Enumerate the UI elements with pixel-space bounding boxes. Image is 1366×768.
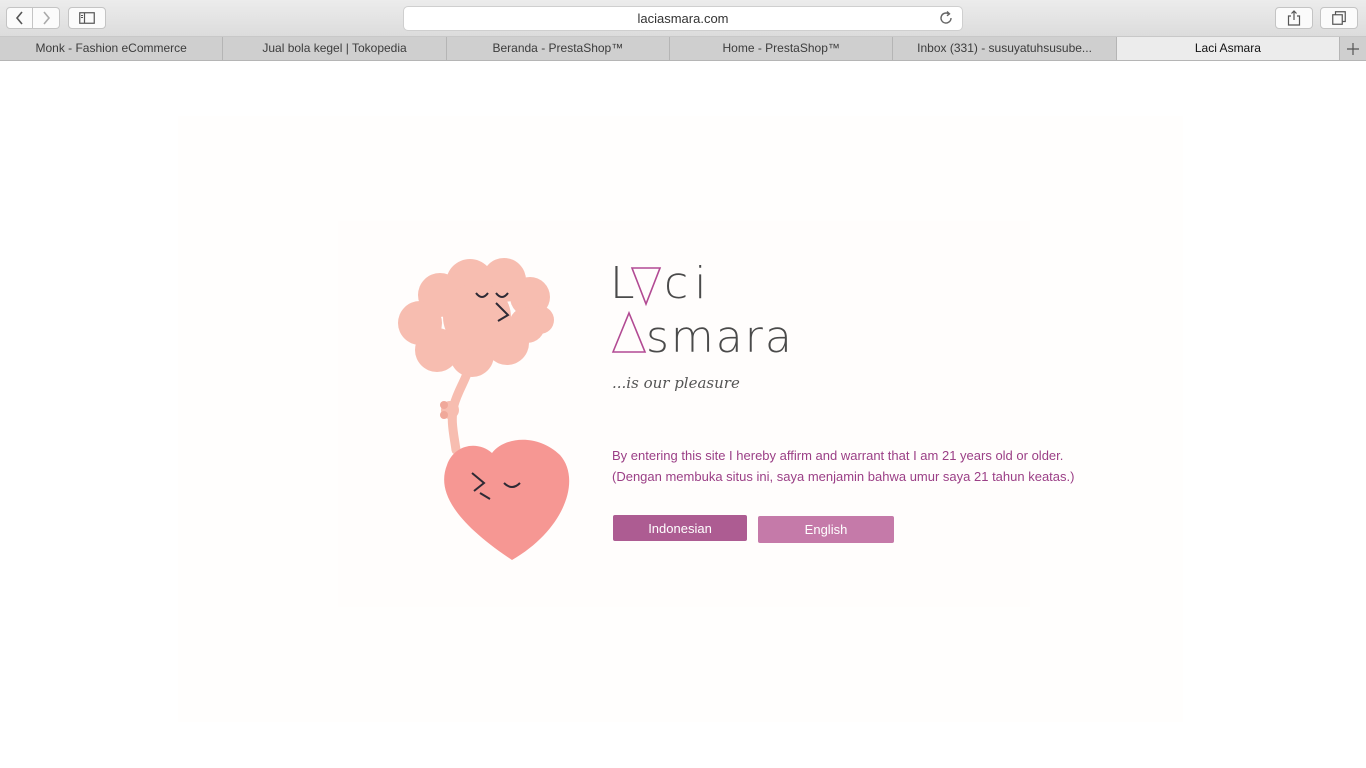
tab-monk[interactable]: Monk - Fashion eCommerce [0,37,224,60]
sidebar-icon [79,12,95,24]
tagline: ...is our pleasure [612,374,740,392]
affirmation-english: By entering this site I hereby affirm an… [612,448,1064,463]
share-button[interactable] [1275,7,1313,29]
share-icon [1287,10,1301,26]
tab-tokopedia[interactable]: Jual bola kegel | Tokopedia [223,37,447,60]
new-tab-icon [1347,42,1360,55]
logo-triangle-up-icon [611,310,647,353]
logo-text-ci: ci [664,258,712,309]
logo-text-smara: smara [646,312,794,358]
affirmation-indonesian: (Dengan membuka situs ini, saya menjamin… [612,469,1075,484]
nav-buttons [6,7,60,29]
tabs-overview-icon [1332,11,1346,25]
tabs-overview-button[interactable] [1320,7,1358,29]
back-icon [15,11,23,25]
logo-triangle-down-icon [630,267,662,307]
tab-home-prestashop[interactable]: Home - PrestaShop™ [670,37,894,60]
indonesian-button[interactable]: Indonesian [613,515,747,541]
laci-asmara-logo: L ci smara [610,258,794,358]
english-button[interactable]: English [758,516,894,543]
tab-inbox[interactable]: Inbox (331) - susuyatuhsusube... [893,37,1117,60]
logo-text-l: L [610,258,635,309]
sidebar-button[interactable] [68,7,106,29]
browser-toolbar: laciasmara.com [0,0,1366,37]
brain-heart-mascot-illustration [398,258,570,560]
back-button[interactable] [6,7,33,29]
url-text: laciasmara.com [637,11,729,26]
tab-laci-asmara[interactable]: Laci Asmara [1116,37,1341,60]
tab-beranda-prestashop[interactable]: Beranda - PrestaShop™ [447,37,671,60]
reload-icon[interactable] [938,10,954,26]
age-affirmation-text: By entering this site I hereby affirm an… [612,445,1074,487]
forward-icon [43,11,51,25]
new-tab-button[interactable] [1340,37,1366,60]
address-bar[interactable]: laciasmara.com [403,6,963,31]
tab-bar: Monk - Fashion eCommerce Jual bola kegel… [0,37,1366,61]
forward-button[interactable] [33,7,60,29]
